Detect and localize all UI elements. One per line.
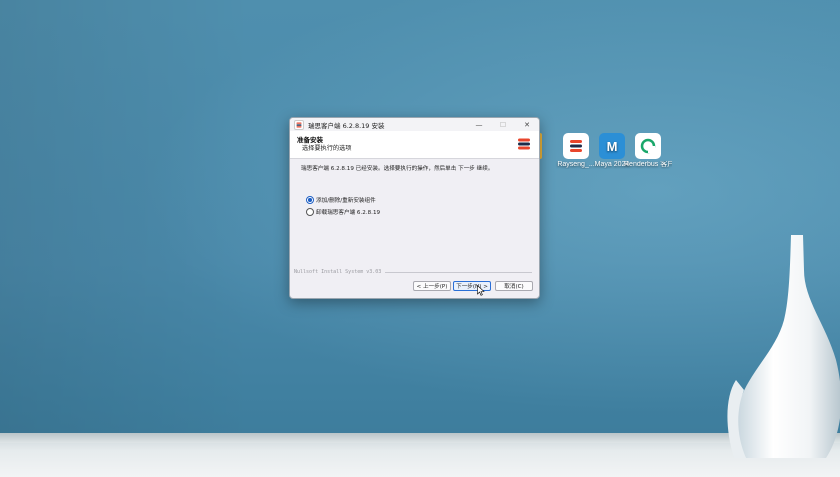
next-button[interactable]: 下一步(N) > xyxy=(453,281,491,291)
desktop-icon-renderbus[interactable]: Renderbus 客户端 xyxy=(624,133,672,169)
renderbus-icon xyxy=(635,133,661,159)
app-logo-icon xyxy=(294,119,304,130)
divider xyxy=(385,271,532,273)
cancel-button[interactable]: 取消(C) xyxy=(495,281,533,291)
option-uninstall[interactable]: 卸载瑞思客户端 6.2.8.19 xyxy=(306,208,380,216)
radio-selected-icon[interactable] xyxy=(306,196,314,204)
radio-unselected-icon[interactable] xyxy=(306,208,314,216)
header-subtitle: 选择要执行的选项 xyxy=(302,145,352,152)
product-logo-icon xyxy=(518,138,530,150)
back-button[interactable]: < 上一步(P) xyxy=(413,281,451,291)
vase-image xyxy=(727,235,840,458)
option-modify-label: 添加/删除/重新安装组件 xyxy=(316,198,376,204)
mouse-cursor-icon xyxy=(477,285,485,296)
branding-text: Nullsoft Install System v3.03 xyxy=(294,269,382,275)
maya-icon: M xyxy=(599,133,625,159)
branding-line: Nullsoft Install System v3.03 xyxy=(294,269,532,275)
minimize-button[interactable]: — xyxy=(467,118,491,131)
close-button[interactable]: ✕ xyxy=(515,118,539,131)
option-uninstall-label: 卸载瑞思客户端 6.2.8.19 xyxy=(316,210,381,216)
window-title: 瑞思客户端 6.2.8.19 安装 xyxy=(308,121,385,130)
option-modify[interactable]: 添加/删除/重新安装组件 xyxy=(306,196,376,204)
rayseng-icon xyxy=(563,133,589,159)
installer-window: 瑞思客户端 6.2.8.19 安装 — ☐ ✕ 准备安装 选择要执行的选项 瑞思… xyxy=(289,117,540,299)
wizard-header: 准备安装 选择要执行的选项 xyxy=(290,131,539,159)
maximize-button[interactable]: ☐ xyxy=(491,118,515,131)
title-bar[interactable]: 瑞思客户端 6.2.8.19 安装 — ☐ ✕ xyxy=(290,118,539,131)
instruction-text: 瑞思客户端 6.2.8.19 已经安装。选择要执行的操作，然后单击 下一步 继续… xyxy=(301,166,494,172)
